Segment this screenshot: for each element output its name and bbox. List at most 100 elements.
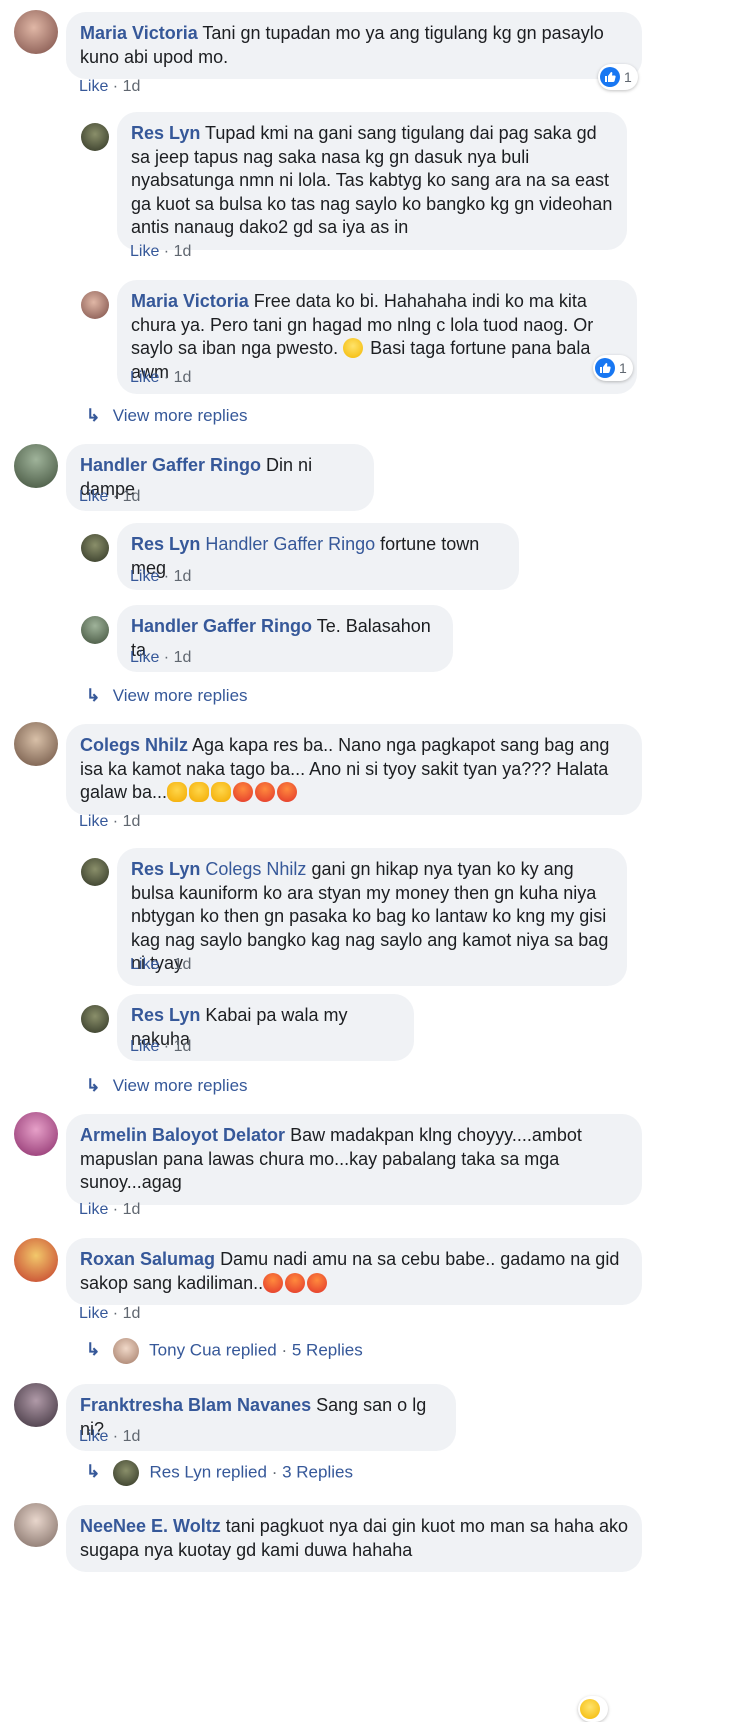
avatar[interactable] (81, 616, 109, 644)
avatar (112, 1338, 139, 1364)
view-replies-summary[interactable]: ↳ Res Lyn replied · 3 Replies (86, 1460, 353, 1486)
tagged-user[interactable]: Handler Gaffer Ringo (205, 534, 375, 554)
like-link[interactable]: Like (79, 813, 108, 830)
angry-emoji-icon (263, 1272, 284, 1293)
timestamp[interactable]: 1d (174, 369, 192, 386)
timestamp[interactable]: 1d (174, 243, 192, 260)
view-more-replies[interactable]: ↳ View more replies (86, 406, 248, 426)
comment-meta: Like · 1d (79, 1428, 141, 1445)
reaction-count[interactable]: 1 (598, 64, 638, 90)
reply-author[interactable]: Res Lyn (131, 1005, 200, 1025)
avatar[interactable] (14, 1383, 58, 1427)
reply-bubble: Res Lyn Tupad kmi na gani sang tigulang … (117, 112, 627, 250)
view-more-replies[interactable]: ↳ View more replies (86, 1076, 248, 1096)
reply-author[interactable]: Handler Gaffer Ringo (131, 616, 312, 636)
avatar[interactable] (81, 1005, 109, 1033)
timestamp[interactable]: 1d (123, 1428, 141, 1445)
timestamp[interactable]: 1d (123, 1201, 141, 1218)
comment-author[interactable]: Franktresha Blam Navanes (80, 1395, 311, 1415)
angry-emoji-icon (285, 1272, 306, 1293)
reply-author[interactable]: Maria Victoria (131, 291, 249, 311)
view-replies-summary[interactable]: ↳ Tony Cua replied · 5 Replies (86, 1338, 363, 1364)
reply-arrow-icon: ↳ (86, 1076, 101, 1095)
comment-bubble: Roxan Salumag Damu nadi amu na sa cebu b… (66, 1238, 642, 1305)
reply-text: Tupad kmi na gani sang tigulang dai pag … (131, 123, 613, 237)
thumbs-up-icon (595, 358, 615, 378)
reply-bubble: Maria Victoria Free data ko bi. Hahahaha… (117, 280, 637, 394)
fist-emoji-icon (211, 782, 232, 802)
like-link[interactable]: Like (130, 243, 159, 260)
reply-meta: Like · 1d (130, 1038, 192, 1055)
avatar[interactable] (14, 1112, 58, 1156)
reply-text: gani gn hikap nya tyan ko ky ang bulsa k… (131, 859, 609, 973)
like-link[interactable]: Like (130, 369, 159, 386)
comment-bubble: Colegs Nhilz Aga kapa res ba.. Nano nga … (66, 724, 642, 815)
laughing-emoji-icon (343, 338, 364, 358)
angry-emoji-icon (277, 782, 298, 802)
thumbs-up-icon (600, 67, 620, 87)
comment-meta: Like · 1d (79, 1201, 141, 1218)
reaction-count[interactable] (578, 1696, 608, 1722)
comment-bubble: Maria Victoria Tani gn tupadan mo ya ang… (66, 12, 642, 79)
avatar[interactable] (81, 291, 109, 319)
comment-meta: Like · 1d (79, 1305, 141, 1322)
reaction-count[interactable]: 1 (593, 355, 633, 381)
reply-meta: Like · 1d (130, 956, 192, 973)
avatar[interactable] (81, 534, 109, 562)
avatar[interactable] (14, 1503, 58, 1547)
timestamp[interactable]: 1d (123, 813, 141, 830)
comment-author[interactable]: Armelin Baloyot Delator (80, 1125, 285, 1145)
reply-arrow-icon: ↳ (86, 1340, 101, 1360)
reply-author[interactable]: Res Lyn (131, 123, 200, 143)
like-link[interactable]: Like (79, 1201, 108, 1218)
reply-arrow-icon: ↳ (86, 686, 101, 705)
avatar[interactable] (14, 10, 58, 54)
timestamp[interactable]: 1d (174, 1038, 192, 1055)
timestamp[interactable]: 1d (123, 78, 141, 95)
timestamp[interactable]: 1d (174, 649, 192, 666)
comment-bubble: Armelin Baloyot Delator Baw madakpan kln… (66, 1114, 642, 1205)
like-link[interactable]: Like (79, 78, 108, 95)
angry-emoji-icon (233, 782, 254, 802)
angry-emoji-icon (307, 1272, 328, 1293)
angry-emoji-icon (255, 782, 276, 802)
timestamp[interactable]: 1d (123, 488, 141, 505)
comment-meta: Like · 1d (79, 78, 141, 95)
reply-meta: Like · 1d (130, 649, 192, 666)
reply-author[interactable]: Res Lyn (131, 859, 200, 879)
fist-emoji-icon (167, 782, 188, 802)
avatar[interactable] (14, 444, 58, 488)
timestamp[interactable]: 1d (123, 1305, 141, 1322)
comment-author[interactable]: Roxan Salumag (80, 1249, 215, 1269)
avatar (112, 1460, 139, 1486)
like-link[interactable]: Like (79, 1428, 108, 1445)
timestamp[interactable]: 1d (174, 568, 192, 585)
reply-meta: Like · 1d (130, 568, 192, 585)
reply-meta: Like · 1d (130, 243, 192, 260)
avatar[interactable] (14, 722, 58, 766)
like-link[interactable]: Like (79, 488, 108, 505)
tagged-user[interactable]: Colegs Nhilz (205, 859, 306, 879)
like-link[interactable]: Like (130, 568, 159, 585)
comment-author[interactable]: Maria Victoria (80, 23, 198, 43)
laughing-emoji-icon (580, 1699, 600, 1719)
reply-author[interactable]: Res Lyn (131, 534, 200, 554)
comment-author[interactable]: Handler Gaffer Ringo (80, 455, 261, 475)
timestamp[interactable]: 1d (174, 956, 192, 973)
like-link[interactable]: Like (130, 956, 159, 973)
comment-meta: Like · 1d (79, 813, 141, 830)
like-link[interactable]: Like (130, 649, 159, 666)
reply-meta: Like · 1d (130, 369, 192, 386)
like-link[interactable]: Like (79, 1305, 108, 1322)
comment-bubble: NeeNee E. Woltz tani pagkuot nya dai gin… (66, 1505, 642, 1572)
like-link[interactable]: Like (130, 1038, 159, 1055)
avatar[interactable] (81, 123, 109, 151)
avatar[interactable] (81, 858, 109, 886)
comment-author[interactable]: NeeNee E. Woltz (80, 1516, 221, 1536)
avatar[interactable] (14, 1238, 58, 1282)
reply-bubble: Res Lyn Colegs Nhilz gani gn hikap nya t… (117, 848, 627, 986)
comment-author[interactable]: Colegs Nhilz (80, 735, 188, 755)
fist-emoji-icon (189, 782, 210, 802)
reply-arrow-icon: ↳ (86, 1462, 101, 1482)
view-more-replies[interactable]: ↳ View more replies (86, 686, 248, 706)
